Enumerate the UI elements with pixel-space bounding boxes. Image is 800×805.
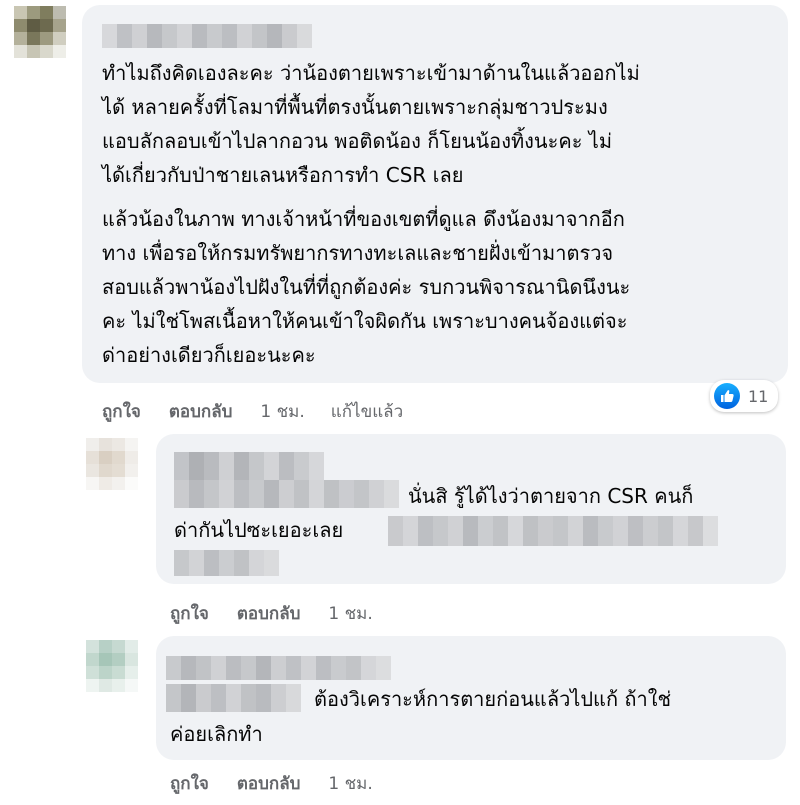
reply-button[interactable]: ตอบกลับ [237, 600, 301, 627]
comment-line: แอบลักลอบเข้าไปลากอวน พอติดน้อง ก็โยนน้อ… [102, 129, 613, 153]
like-thumb-icon [714, 383, 740, 409]
comment-text-paragraph-1: ทำไมถึงคิดเองละคะ ว่าน้องตายเพราะเข้ามาด… [102, 56, 640, 192]
reaction-count: 11 [748, 386, 769, 406]
comment-line: แล้วน้องในภาพ ทางเจ้าหน้าที่ของเขตที่ดูแ… [102, 207, 625, 231]
reply-button[interactable]: ตอบกลับ [237, 770, 301, 797]
comment-line: ต้องวิเคราะห์การตายก่อนแล้วไปแก้ ถ้าใช่ [314, 687, 672, 711]
comment-actions: ถูกใจ ตอบกลับ 1 ชม. [170, 600, 399, 627]
commenter-name-blurred[interactable] [174, 452, 324, 480]
comment-actions: ถูกใจ ตอบกลับ 1 ชม. [170, 770, 399, 797]
comment-timestamp[interactable]: 1 ชม. [328, 770, 372, 797]
comment-actions: ถูกใจ ตอบกลับ 1 ชม. แก้ไขแล้ว [102, 398, 403, 425]
comment-timestamp[interactable]: 1 ชม. [260, 398, 304, 425]
like-button[interactable]: ถูกใจ [170, 600, 209, 627]
comment-line: ได้ หลายครั้งที่โลมาที่พื้นที่ตรงนั้นตาย… [102, 95, 608, 119]
blurred-text [174, 550, 280, 576]
like-button[interactable]: ถูกใจ [170, 770, 209, 797]
reply-button[interactable]: ตอบกลับ [169, 398, 233, 425]
reply-text: ด่ากันไปซะเยอะเลย [174, 513, 343, 547]
comment-line: ค่อยเลิกทำ [170, 722, 263, 746]
comment-text-paragraph-2: แล้วน้องในภาพ ทางเจ้าหน้าที่ของเขตที่ดูแ… [102, 202, 630, 372]
reaction-count-badge[interactable]: 11 [710, 380, 779, 412]
comment-line: ทาง เพื่อรอให้กรมทรัพยากรทางทะเลและชายฝั… [102, 241, 614, 265]
blurred-mention[interactable] [166, 684, 302, 712]
comment-timestamp[interactable]: 1 ชม. [328, 600, 372, 627]
comment-line: ด่ากันไปซะเยอะเลย [174, 518, 344, 542]
comment-line: ทำไมถึงคิดเองละคะ ว่าน้องตายเพราะเข้ามาด… [102, 61, 640, 85]
edited-label[interactable]: แก้ไขแล้ว [331, 398, 403, 425]
reply-text: นั่นสิ รู้ได้ไงว่าตายจาก CSR คนก็ [408, 479, 693, 513]
reply-text: ต้องวิเคราะห์การตายก่อนแล้วไปแก้ ถ้าใช่ [314, 682, 671, 716]
reply-text: ค่อยเลิกทำ [170, 717, 263, 751]
commenter-name-blurred[interactable] [102, 24, 312, 48]
commenter-name-blurred[interactable] [166, 656, 392, 680]
comment-line: คะ ไม่ใช่โพสเนื้อหาให้คนเข้าใจผิดกัน เพร… [102, 309, 628, 333]
blurred-text [388, 516, 718, 546]
like-button[interactable]: ถูกใจ [102, 398, 141, 425]
comment-line: สอบแล้วพาน้องไปฝังในที่ที่ถูกต้องค่ะ รบก… [102, 275, 631, 299]
comment-line: นั่นสิ รู้ได้ไงว่าตายจาก CSR คนก็ [408, 484, 694, 508]
commenter-avatar[interactable] [14, 6, 66, 58]
comment-line: ได้เกี่ยวกับป่าชายเลนหรือการทำ CSR เลย [102, 163, 464, 187]
comment-line: ด่าอย่างเดียวก็เยอะนะคะ [102, 343, 316, 367]
blurred-mention[interactable] [174, 480, 400, 508]
commenter-avatar[interactable] [86, 640, 138, 692]
commenter-avatar[interactable] [86, 438, 138, 490]
